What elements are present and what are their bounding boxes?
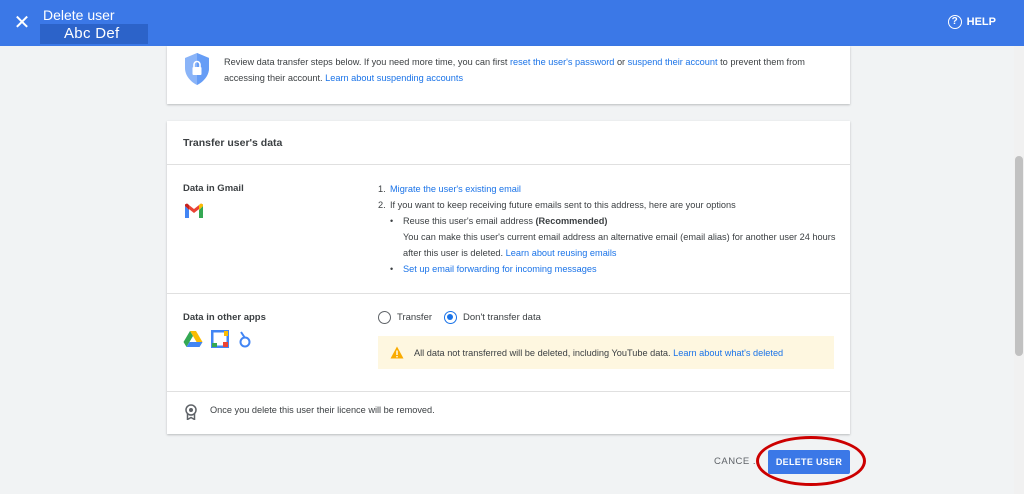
reuse-email-text: Reuse this user's email address — [403, 216, 536, 226]
warning-icon — [390, 346, 404, 359]
review-notice-card: Review data transfer steps below. If you… — [167, 46, 850, 104]
reset-password-link[interactable]: reset the user's password — [510, 57, 614, 67]
learn-reusing-link[interactable]: Learn about reusing emails — [506, 248, 617, 258]
other-apps-label: Data in other apps — [183, 312, 266, 323]
transfer-data-card: Transfer user's data Data in Gmail 1. Mi… — [167, 121, 850, 434]
section-title: Transfer user's data — [183, 137, 283, 149]
list-item-text: If you want to keep receiving future ema… — [390, 200, 736, 210]
notice-text: Review data transfer steps below. If you… — [224, 57, 510, 67]
top-app-bar: ✕ Delete user Abc Def ? HELP — [0, 0, 1024, 46]
email-forwarding-link[interactable]: Set up email forwarding for incoming mes… — [403, 261, 597, 277]
bullet-glyph: • — [390, 264, 394, 274]
transfer-radio-label[interactable]: Transfer — [397, 312, 432, 323]
migrate-email-link[interactable]: Migrate the user's existing email — [390, 181, 521, 197]
learn-suspending-link[interactable]: Learn about suspending accounts — [325, 73, 463, 83]
warning-banner: All data not transferred will be deleted… — [378, 336, 834, 369]
shield-lock-icon — [185, 53, 209, 85]
user-name-label: Abc Def — [40, 24, 148, 44]
drive-icon — [183, 331, 203, 347]
list-number: 2. — [378, 200, 386, 210]
warning-message: All data not transferred will be deleted… — [414, 347, 674, 358]
review-notice-text: Review data transfer steps below. If you… — [224, 54, 824, 86]
transfer-options: Transfer Don't transfer data — [378, 311, 553, 324]
help-button[interactable]: ? HELP — [947, 15, 996, 29]
list-item: • Reuse this user's email address (Recom… — [378, 213, 838, 229]
notice-text: or — [614, 57, 628, 67]
gmail-data-label: Data in Gmail — [183, 183, 244, 194]
scrollbar-thumb[interactable] — [1015, 156, 1023, 356]
list-item: 1. Migrate the user's existing email — [378, 181, 838, 197]
divider — [167, 391, 850, 392]
close-icon[interactable]: ✕ — [12, 12, 32, 32]
help-icon: ? — [947, 15, 962, 29]
recommended-label: (Recommended) — [535, 216, 608, 226]
scrollbar[interactable] — [1014, 46, 1024, 494]
warning-text: All data not transferred will be deleted… — [414, 348, 783, 358]
divider — [167, 293, 850, 294]
list-item: 2. If you want to keep receiving future … — [378, 197, 838, 213]
list-item: • Set up email forwarding for incoming m… — [378, 261, 838, 277]
reuse-email-description: You can make this user's current email a… — [403, 232, 836, 258]
transfer-radio[interactable] — [378, 311, 391, 324]
list-number: 1. — [378, 184, 386, 194]
learn-deleted-link[interactable]: Learn about what's deleted — [673, 348, 783, 358]
help-label: HELP — [966, 16, 996, 28]
page-title: Delete user — [43, 7, 115, 23]
bullet-glyph: • — [390, 216, 394, 226]
suspend-account-link[interactable]: suspend their account — [628, 57, 718, 67]
cancel-button[interactable]: CANCE . — [714, 456, 756, 467]
licence-icon — [185, 404, 197, 420]
list-item-description: You can make this user's current email a… — [378, 229, 838, 261]
calendar-icon — [211, 330, 229, 348]
gmail-icon — [185, 203, 203, 218]
divider — [167, 164, 850, 165]
app-icons — [183, 330, 253, 348]
dont-transfer-radio[interactable] — [444, 311, 458, 324]
groups-icon — [239, 331, 251, 348]
annotation-circle — [756, 436, 866, 486]
licence-notice: Once you delete this user their licence … — [210, 405, 435, 415]
list-item-text: Reuse this user's email address (Recomme… — [403, 213, 607, 229]
gmail-options-list: 1. Migrate the user's existing email 2. … — [378, 181, 838, 277]
dont-transfer-radio-label[interactable]: Don't transfer data — [463, 312, 541, 323]
